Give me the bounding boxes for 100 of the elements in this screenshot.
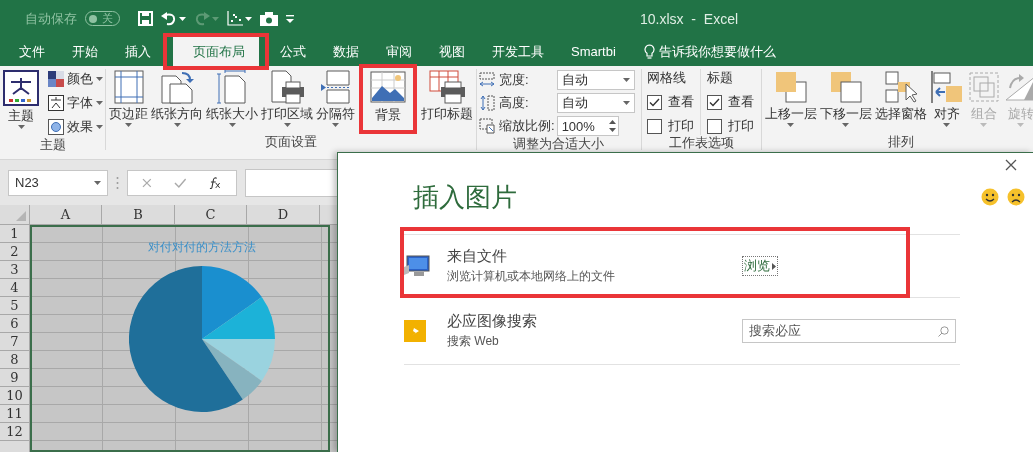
ribbon-tab[interactable]: 视图 <box>426 37 478 66</box>
ribbon-button[interactable]: 纸张大小 <box>205 69 259 133</box>
name-box[interactable]: N23 <box>8 169 108 196</box>
ribbon-button[interactable]: 下移一层 <box>818 69 873 133</box>
column-header[interactable]: B <box>102 205 175 225</box>
ribbon-button[interactable]: 对齐 <box>928 69 965 133</box>
dropdown-field[interactable]: 自动 <box>556 93 635 113</box>
caret-icon <box>245 16 252 21</box>
caret-icon <box>283 123 291 127</box>
caret-icon <box>332 123 339 127</box>
ribbon-tab[interactable]: 开始 <box>59 37 111 66</box>
picture-source-row[interactable]: 必应图像搜索 搜索 Web 搜索必应 <box>404 298 960 365</box>
checkbox-label: 查看 <box>727 93 754 111</box>
caret-icon <box>1017 123 1025 127</box>
ribbon-tab[interactable]: 插入 <box>112 37 164 66</box>
checkbox[interactable] <box>706 94 722 110</box>
check-icon[interactable] <box>173 177 187 188</box>
ribbon-tab[interactable]: 公式 <box>267 37 319 66</box>
undo-icon[interactable] <box>161 11 177 26</box>
row-header[interactable]: 2 <box>0 243 30 261</box>
column-header[interactable]: A <box>30 205 102 225</box>
ribbon-button[interactable]: 效果 <box>48 117 103 137</box>
ribbon-button[interactable]: 打印标题 <box>420 69 474 133</box>
camera-icon[interactable] <box>260 11 278 26</box>
theme-icon <box>3 70 39 106</box>
color-swatch-icon <box>48 71 64 87</box>
ribbon-tab[interactable]: 页面布局 <box>173 37 259 66</box>
ribbon-tab[interactable]: 数据 <box>320 37 372 66</box>
chart-title: 对付对付的方法方法 <box>148 239 256 256</box>
search-field[interactable]: 搜索必应 <box>742 319 956 343</box>
group-icon <box>966 70 1001 104</box>
row-header[interactable]: 12 <box>0 423 30 441</box>
checkbox[interactable] <box>646 118 662 134</box>
row-header[interactable]: 9 <box>0 369 30 387</box>
source-description: 浏览计算机或本地网络上的文件 <box>447 268 616 285</box>
row-header[interactable]: 10 <box>0 387 30 405</box>
caret-icon <box>228 123 236 127</box>
checkbox-label: 查看 <box>667 93 694 111</box>
group-label: 主题 <box>38 137 67 153</box>
ribbon-button[interactable]: 页边距 <box>108 69 149 133</box>
tell-me-box[interactable]: 告诉我你想要做什么 <box>629 37 776 66</box>
spin-arrows-icon <box>608 119 616 133</box>
caret-icon <box>125 123 132 127</box>
checkbox-label: 打印 <box>727 117 754 135</box>
ribbon-button[interactable]: 选择窗格 <box>873 69 928 133</box>
checkbox-label: 打印 <box>667 117 694 135</box>
column-header[interactable]: C <box>175 205 247 225</box>
lightbulb-icon <box>643 43 655 60</box>
ribbon-tab[interactable]: 开发工具 <box>479 37 557 66</box>
arrow-icon <box>772 262 776 270</box>
scale-icon <box>479 118 495 134</box>
row-header[interactable]: 7 <box>0 333 30 351</box>
checkbox[interactable] <box>706 118 722 134</box>
caret-icon <box>96 77 103 81</box>
save-icon[interactable] <box>138 11 153 26</box>
close-icon[interactable] <box>1005 159 1017 171</box>
browse-link[interactable]: 浏览 <box>742 256 778 276</box>
ribbon-button[interactable]: 打印区域 <box>260 69 314 133</box>
ribbon-button[interactable]: 颜色 <box>48 69 103 89</box>
row-header[interactable]: 8 <box>0 351 30 369</box>
function-icon[interactable] <box>208 176 222 189</box>
frown-icon[interactable] <box>1007 188 1025 206</box>
column-header[interactable]: D <box>247 205 320 225</box>
ribbon-button[interactable]: 主题 <box>2 69 40 133</box>
caret-icon <box>173 123 181 127</box>
ribbon-button[interactable]: 纸张方向 <box>150 69 204 133</box>
customize-icon[interactable] <box>286 14 294 23</box>
ribbon-tab[interactable]: 文件 <box>6 37 58 66</box>
dialog-title: 插入图片 <box>413 181 517 214</box>
row-header[interactable]: 5 <box>0 297 30 315</box>
ribbon-button[interactable]: 背景 <box>359 64 417 134</box>
ribbon-button[interactable]: 字体 <box>48 93 103 113</box>
caret-icon <box>94 180 101 185</box>
ribbon-tab[interactable]: Smartbi <box>558 37 629 66</box>
landscape-image-icon <box>370 71 406 105</box>
ribbon-button[interactable]: 分隔符 <box>315 69 356 133</box>
page-rotate-icon <box>160 70 194 104</box>
checkbox[interactable] <box>646 94 662 110</box>
smile-icon[interactable] <box>981 188 999 206</box>
source-title: 必应图像搜索 <box>447 312 538 331</box>
caret-icon <box>212 16 219 21</box>
source-title: 来自文件 <box>447 247 508 266</box>
section-label: 网格线 <box>646 69 687 87</box>
row-header[interactable]: 11 <box>0 405 30 423</box>
dropdown-field[interactable]: 自动 <box>556 70 635 90</box>
group-label: 调整为合适大小 <box>512 136 606 152</box>
spinner-field[interactable]: 100% <box>556 116 619 136</box>
row-header[interactable]: 4 <box>0 279 30 297</box>
search-icon <box>938 325 949 337</box>
computer-icon <box>404 255 430 277</box>
caret-icon <box>96 125 103 129</box>
row-header[interactable]: 6 <box>0 315 30 333</box>
scatter-chart-icon[interactable] <box>227 11 243 26</box>
caret-icon <box>96 101 103 105</box>
row-header[interactable]: 1 <box>0 225 30 243</box>
section-label: 标题 <box>706 69 734 87</box>
ribbon-tab[interactable]: 审阅 <box>373 37 425 66</box>
row-header[interactable]: 3 <box>0 261 30 279</box>
ribbon-button[interactable]: 上移一层 <box>763 69 818 133</box>
picture-source-row[interactable]: 来自文件 浏览计算机或本地网络上的文件 浏览 <box>404 235 960 298</box>
